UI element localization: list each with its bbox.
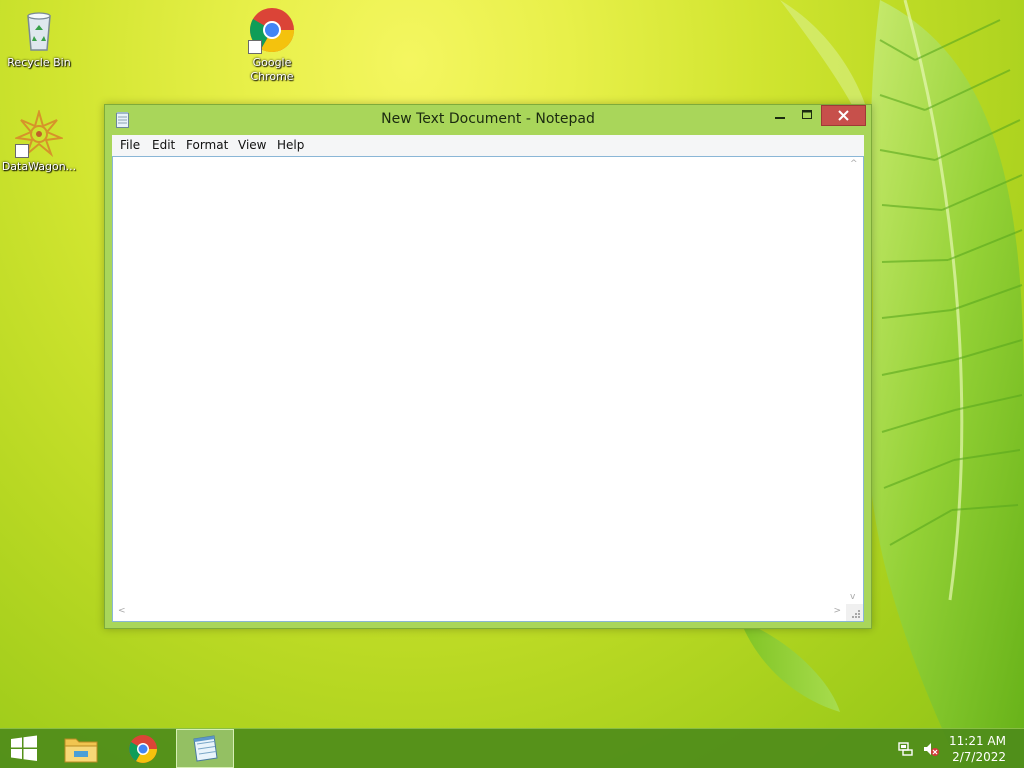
menu-file[interactable]: File <box>120 138 140 152</box>
desktop: Recycle Bin Google Chrome DataWagon... N… <box>0 0 1024 768</box>
datawagon-icon <box>13 108 65 158</box>
network-icon[interactable] <box>898 741 914 757</box>
clock-time[interactable]: 11:21 AM <box>949 734 1006 748</box>
volume-muted-icon[interactable] <box>922 741 940 757</box>
notepad-icon <box>193 735 218 762</box>
file-explorer-icon <box>64 738 98 763</box>
desktop-icon-label: Google Chrome <box>250 56 294 83</box>
desktop-icon-label: DataWagon... <box>1 160 77 173</box>
menu-help[interactable]: Help <box>277 138 304 152</box>
desktop-icon-label: Recycle Bin <box>7 56 71 69</box>
shortcut-arrow-icon <box>248 40 262 54</box>
scroll-right-icon[interactable]: > <box>833 606 841 616</box>
taskbar-notepad[interactable] <box>176 729 234 768</box>
notepad-window[interactable]: New Text Document - Notepad File Edit Fo… <box>104 104 872 629</box>
menu-bar: File Edit Format View Help <box>112 135 864 157</box>
close-icon <box>838 110 849 121</box>
taskbar-google-chrome[interactable] <box>114 729 172 768</box>
chrome-icon <box>248 6 296 54</box>
taskbar: 11:21 AM 2/7/2022 <box>0 728 1024 768</box>
menu-edit[interactable]: Edit <box>152 138 175 152</box>
clock-date[interactable]: 2/7/2022 <box>952 750 1006 764</box>
minimize-icon <box>775 117 785 119</box>
taskbar-file-explorer[interactable] <box>52 729 110 768</box>
desktop-icon-recycle-bin[interactable]: Recycle Bin <box>0 6 78 70</box>
start-button[interactable] <box>0 729 48 768</box>
text-editor-area[interactable]: ^ v < > <box>112 156 864 622</box>
resize-grip[interactable] <box>846 604 863 621</box>
horizontal-scrollbar[interactable]: < > <box>113 604 846 621</box>
minimize-button[interactable] <box>767 105 793 126</box>
close-button[interactable] <box>821 105 866 126</box>
recycle-bin-icon <box>15 6 63 54</box>
size-grip-icon <box>852 610 860 618</box>
desktop-icon-datawagon[interactable]: DataWagon... <box>0 108 78 174</box>
maximize-button[interactable] <box>794 105 820 126</box>
scroll-down-icon[interactable]: v <box>850 592 855 602</box>
desktop-icon-google-chrome[interactable]: Google Chrome <box>233 6 311 84</box>
menu-format[interactable]: Format <box>186 138 228 152</box>
windows-logo-icon <box>11 735 37 761</box>
vertical-scrollbar[interactable]: ^ v <box>846 157 863 604</box>
title-bar[interactable]: New Text Document - Notepad <box>105 105 871 135</box>
scroll-up-icon[interactable]: ^ <box>850 159 858 169</box>
maximize-icon <box>802 110 812 119</box>
scroll-left-icon[interactable]: < <box>118 606 126 616</box>
chrome-icon <box>129 735 157 763</box>
window-title: New Text Document - Notepad <box>381 111 595 127</box>
menu-view[interactable]: View <box>238 138 266 152</box>
shortcut-arrow-icon <box>15 144 29 158</box>
